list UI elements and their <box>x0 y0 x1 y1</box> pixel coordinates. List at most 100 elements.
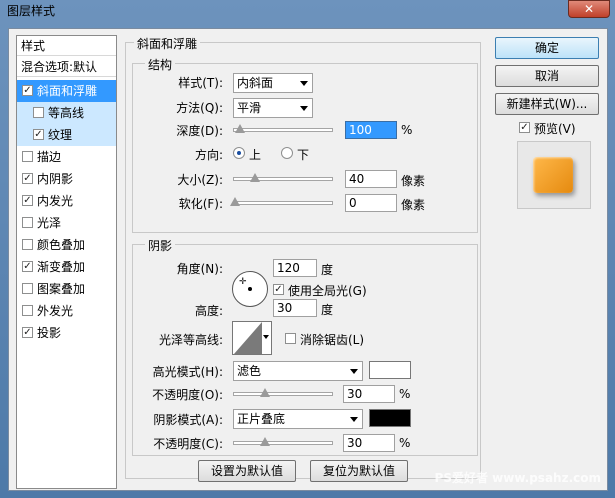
style-item-label: 斜面和浮雕 <box>37 84 98 98</box>
checkbox-checked[interactable]: ✓ <box>22 261 33 272</box>
style-item-label: 颜色叠加 <box>37 238 86 252</box>
style-item-drop-shadow[interactable]: ✓ 投影 <box>17 322 116 344</box>
ok-button[interactable]: 确定 <box>495 37 599 59</box>
chevron-down-icon <box>350 369 358 374</box>
angle-input[interactable]: 120 <box>273 259 317 277</box>
soften-unit: 像素 <box>401 198 426 212</box>
checkbox-checked[interactable]: ✓ <box>22 173 33 184</box>
blend-options-item[interactable]: 混合选项:默认 <box>17 57 116 77</box>
window-title: 图层样式 <box>7 4 56 18</box>
checkbox-checked[interactable]: ✓ <box>33 129 44 140</box>
style-item-texture[interactable]: ✓ 纹理 <box>17 124 116 146</box>
shadow-mode-label: 阴影模式(A): <box>153 413 223 427</box>
slider-thumb[interactable] <box>260 437 270 446</box>
checkbox[interactable] <box>22 305 33 316</box>
style-label: 样式(T): <box>178 76 223 90</box>
highlight-opacity-label: 不透明度(O): <box>152 388 223 402</box>
style-item-gradient-overlay[interactable]: ✓ 渐变叠加 <box>17 256 116 278</box>
altitude-unit: 度 <box>321 303 334 317</box>
size-label: 大小(Z): <box>177 173 223 187</box>
direction-down-label[interactable]: 下 <box>297 146 309 163</box>
title-bar: 图层样式 ✕ <box>0 0 615 20</box>
checkbox[interactable] <box>22 151 33 162</box>
highlight-color-swatch[interactable] <box>369 361 411 379</box>
gloss-contour-picker[interactable] <box>232 321 272 355</box>
size-unit: 像素 <box>401 174 426 188</box>
styles-header[interactable]: 样式 <box>17 36 116 56</box>
preview-swatch <box>533 157 573 193</box>
structure-group: 结构 样式(T): 内斜面 方法(Q): 平滑 深度(D): 100 % 方向:… <box>132 56 478 233</box>
style-select[interactable]: 内斜面 <box>233 73 313 93</box>
checkbox[interactable] <box>22 283 33 294</box>
style-item-inner-glow[interactable]: ✓ 内发光 <box>17 190 116 212</box>
chevron-down-icon <box>263 335 269 339</box>
direction-up-radio[interactable] <box>233 147 245 159</box>
set-default-button[interactable]: 设置为默认值 <box>198 460 296 482</box>
slider-thumb[interactable] <box>235 124 245 133</box>
chevron-down-icon <box>300 81 308 86</box>
watermark: PS爱好者 www.psahz.com <box>434 471 601 485</box>
new-style-button[interactable]: 新建样式(W)... <box>495 93 599 115</box>
global-light-checkbox[interactable]: ✓ <box>273 284 284 295</box>
style-item-outer-glow[interactable]: 外发光 <box>17 300 116 322</box>
depth-slider[interactable] <box>233 124 333 133</box>
shadow-color-swatch[interactable] <box>369 409 411 427</box>
highlight-opacity-slider[interactable] <box>233 388 333 397</box>
shadow-opacity-input[interactable]: 30 <box>343 434 395 452</box>
anti-alias-checkbox[interactable] <box>285 333 296 344</box>
chevron-down-icon <box>350 417 358 422</box>
checkbox[interactable] <box>22 217 33 228</box>
slider-thumb[interactable] <box>250 173 260 182</box>
dial-center <box>248 287 252 291</box>
preview-label[interactable]: 预览(V) <box>534 120 576 137</box>
depth-label: 深度(D): <box>176 124 223 138</box>
style-item-label: 描边 <box>37 150 62 164</box>
highlight-opacity-unit: % <box>399 387 411 401</box>
direction-up-label[interactable]: 上 <box>249 146 261 163</box>
altitude-input[interactable]: 30 <box>273 299 317 317</box>
chevron-down-icon <box>300 106 308 111</box>
style-item-color-overlay[interactable]: 颜色叠加 <box>17 234 116 256</box>
style-item-label: 投影 <box>37 326 62 340</box>
method-select[interactable]: 平滑 <box>233 98 313 118</box>
soften-slider[interactable] <box>230 197 333 206</box>
soften-input[interactable]: 0 <box>345 194 397 212</box>
shadow-opacity-label: 不透明度(C): <box>153 437 223 451</box>
style-item-inner-shadow[interactable]: ✓ 内阴影 <box>17 168 116 190</box>
shadow-mode-select[interactable]: 正片叠底 <box>233 409 363 429</box>
direction-down-radio[interactable] <box>281 147 293 159</box>
style-item-label: 图案叠加 <box>37 282 86 296</box>
preview-checkbox[interactable]: ✓ <box>519 122 530 133</box>
style-item-label: 内发光 <box>37 194 74 208</box>
shadow-opacity-slider[interactable] <box>233 437 333 446</box>
structure-title: 结构 <box>145 56 176 73</box>
angle-label: 角度(N): <box>176 262 223 276</box>
global-light-label[interactable]: 使用全局光(G) <box>288 282 367 299</box>
checkbox-checked[interactable]: ✓ <box>22 85 33 96</box>
angle-dial[interactable]: ✛ <box>232 271 268 307</box>
slider-thumb[interactable] <box>230 197 240 206</box>
style-item-contour[interactable]: 等高线 <box>17 102 116 124</box>
anti-alias-label[interactable]: 消除锯齿(L) <box>300 331 364 348</box>
close-button[interactable]: ✕ <box>568 0 610 18</box>
style-item-satin[interactable]: 光泽 <box>17 212 116 234</box>
checkbox-checked[interactable]: ✓ <box>22 327 33 338</box>
depth-input[interactable]: 100 <box>345 121 397 139</box>
cancel-button[interactable]: 取消 <box>495 65 599 87</box>
style-item-stroke[interactable]: 描边 <box>17 146 116 168</box>
style-preview <box>517 141 591 209</box>
size-input[interactable]: 40 <box>345 170 397 188</box>
size-slider[interactable] <box>233 173 333 182</box>
checkbox[interactable] <box>33 107 44 118</box>
style-item-label: 渐变叠加 <box>37 260 86 274</box>
checkbox[interactable] <box>22 239 33 250</box>
style-item-bevel[interactable]: ✓ 斜面和浮雕 <box>17 80 116 102</box>
style-item-pattern-overlay[interactable]: 图案叠加 <box>17 278 116 300</box>
styles-list: 样式 混合选项:默认 ✓ 斜面和浮雕 等高线 ✓ 纹理 描边 ✓ 内阴影 ✓ 内… <box>16 35 117 489</box>
highlight-mode-select[interactable]: 滤色 <box>233 361 363 381</box>
checkbox-checked[interactable]: ✓ <box>22 195 33 206</box>
slider-thumb[interactable] <box>260 388 270 397</box>
highlight-opacity-input[interactable]: 30 <box>343 385 395 403</box>
contour-preview-icon <box>234 322 262 354</box>
reset-default-button[interactable]: 复位为默认值 <box>310 460 408 482</box>
